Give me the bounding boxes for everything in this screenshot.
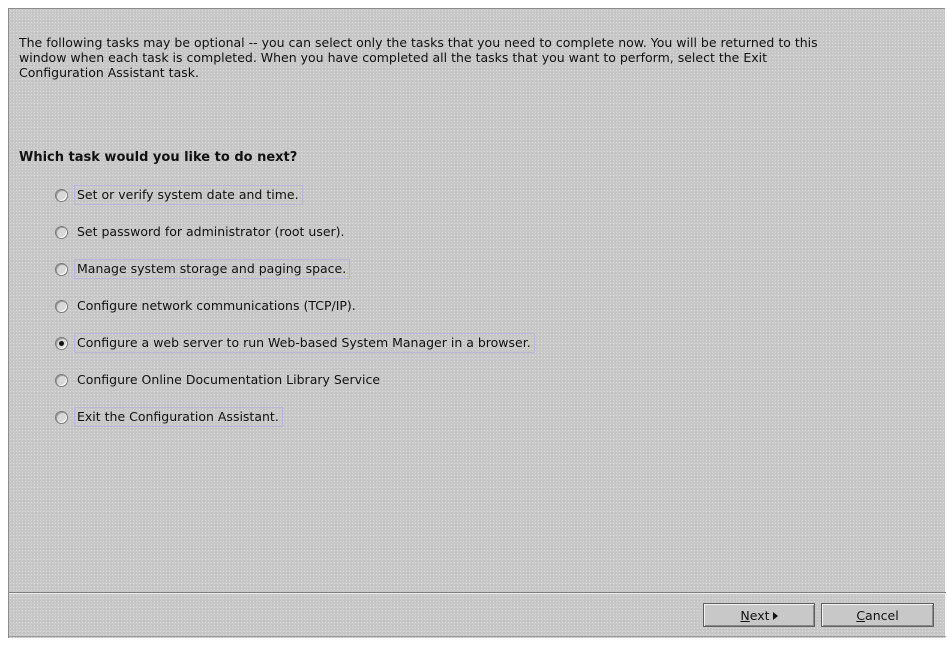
cancel-button[interactable]: Cancel: [821, 603, 934, 627]
option-date-time[interactable]: Set or verify system date and time.: [55, 185, 535, 222]
option-exit-assistant[interactable]: Exit the Configuration Assistant.: [55, 407, 535, 444]
option-label[interactable]: Configure a web server to run Web-based …: [74, 333, 535, 353]
cancel-label: ancel: [865, 607, 899, 623]
intro-text: The following tasks may be optional -- y…: [19, 35, 818, 80]
option-label[interactable]: Set or verify system date and time.: [74, 185, 303, 205]
radio-date-time[interactable]: [55, 189, 68, 202]
cancel-mnemonic: C: [856, 607, 866, 623]
next-button[interactable]: Next: [703, 603, 815, 627]
task-options: Set or verify system date and time. Set …: [55, 185, 535, 444]
option-storage-paging[interactable]: Manage system storage and paging space.: [55, 259, 535, 296]
option-label[interactable]: Manage system storage and paging space.: [74, 259, 351, 279]
option-network-tcpip[interactable]: Configure network communications (TCP/IP…: [55, 296, 535, 333]
option-doc-library[interactable]: Configure Online Documentation Library S…: [55, 370, 535, 407]
option-label[interactable]: Configure network communications (TCP/IP…: [74, 296, 360, 316]
radio-web-server[interactable]: [55, 337, 68, 350]
option-label[interactable]: Configure Online Documentation Library S…: [74, 370, 384, 390]
question-heading: Which task would you like to do next?: [19, 150, 298, 165]
option-label[interactable]: Set password for administrator (root use…: [74, 222, 349, 242]
radio-storage-paging[interactable]: [55, 263, 68, 276]
configuration-assistant-window: The following tasks may be optional -- y…: [8, 8, 946, 638]
option-root-password[interactable]: Set password for administrator (root use…: [55, 222, 535, 259]
radio-exit-assistant[interactable]: [55, 411, 68, 424]
option-web-server[interactable]: Configure a web server to run Web-based …: [55, 333, 535, 370]
button-bar: Next Cancel: [9, 592, 946, 637]
radio-doc-library[interactable]: [55, 374, 68, 387]
radio-network-tcpip[interactable]: [55, 300, 68, 313]
radio-root-password[interactable]: [55, 226, 68, 239]
option-label[interactable]: Exit the Configuration Assistant.: [74, 407, 283, 427]
next-mnemonic: N: [740, 607, 750, 623]
next-label: ext: [749, 607, 770, 623]
arrow-right-icon: [772, 611, 778, 620]
